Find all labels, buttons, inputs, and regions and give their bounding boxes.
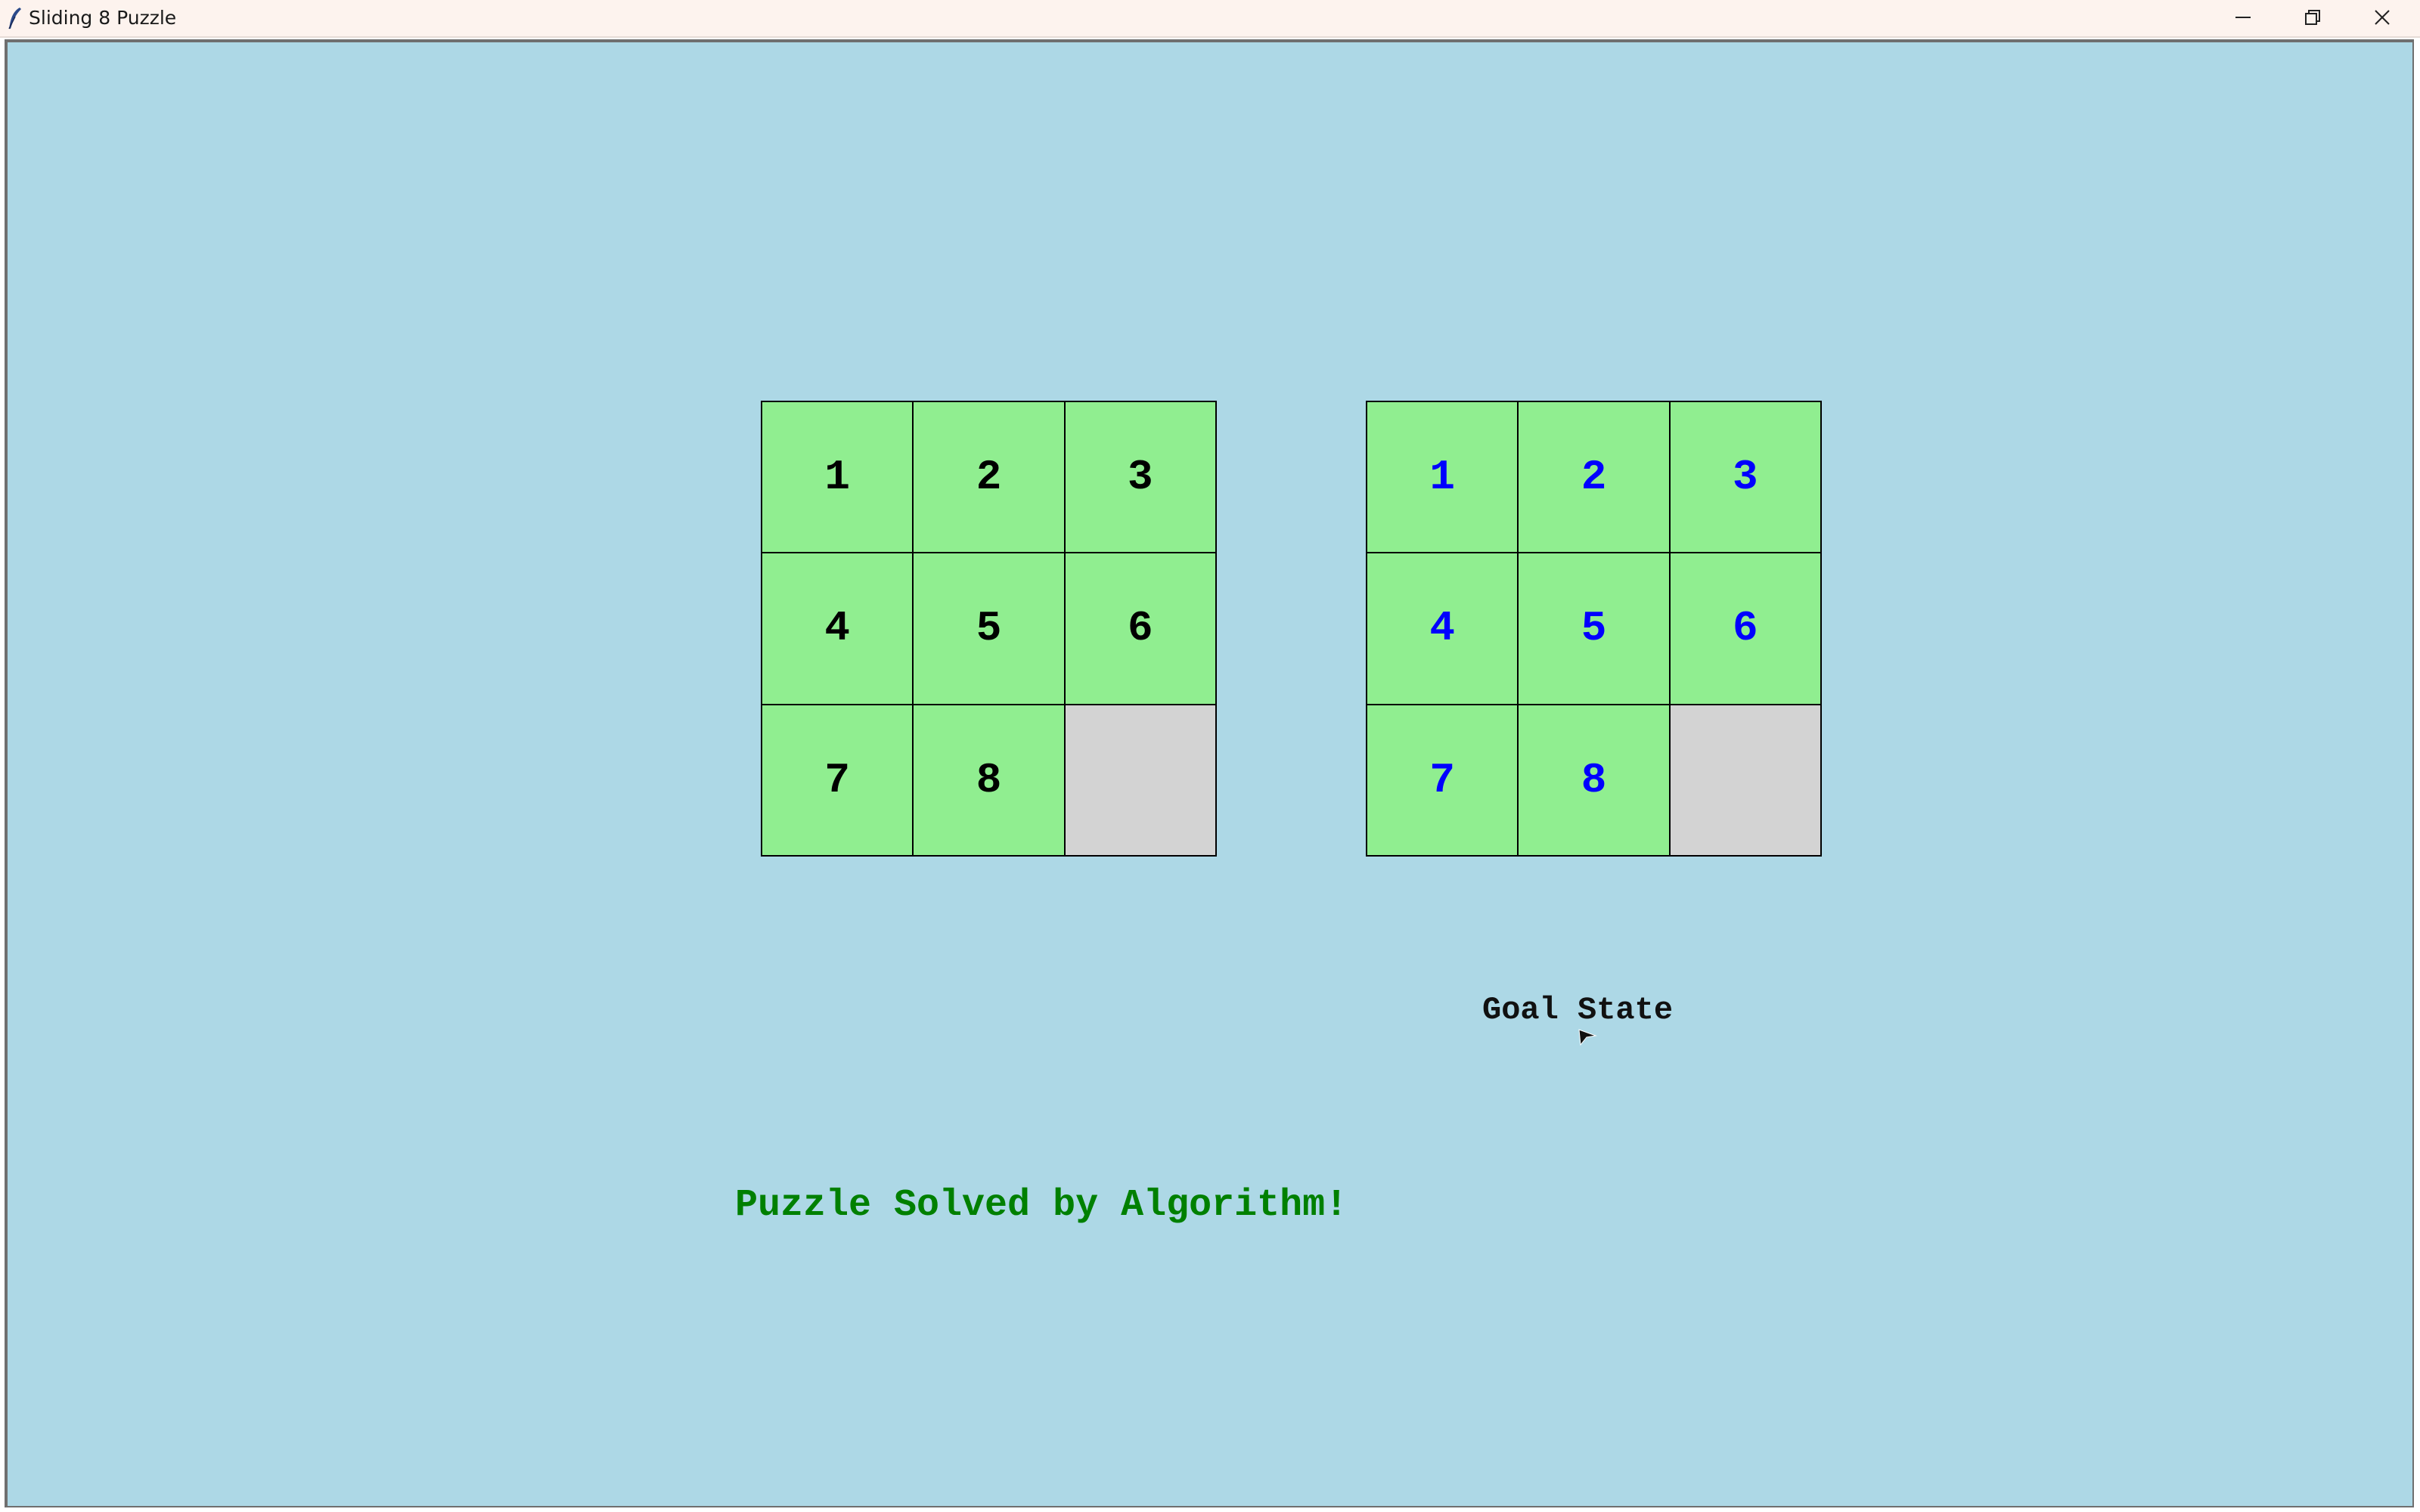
- goal-tile: 4: [1367, 553, 1518, 704]
- restore-icon: [2305, 10, 2320, 25]
- goal-tile: 3: [1670, 402, 1820, 553]
- current-tile[interactable]: 4: [762, 553, 913, 704]
- goal-tile: 7: [1367, 705, 1518, 855]
- close-button[interactable]: [2347, 0, 2417, 35]
- current-tile[interactable]: 2: [914, 402, 1064, 553]
- window-title: Sliding 8 Puzzle: [29, 7, 177, 29]
- goal-empty-tile: [1670, 705, 1820, 855]
- current-empty-tile[interactable]: [1065, 705, 1215, 855]
- current-tile[interactable]: 1: [762, 402, 913, 553]
- current-tile[interactable]: 5: [914, 553, 1064, 704]
- mouse-cursor-icon: [1578, 1029, 1597, 1046]
- current-tile[interactable]: 7: [762, 705, 913, 855]
- current-tile[interactable]: 6: [1065, 553, 1215, 704]
- current-tile[interactable]: 8: [914, 705, 1064, 855]
- goal-tile: 6: [1670, 553, 1820, 704]
- goal-tile: 1: [1367, 402, 1518, 553]
- minimize-button[interactable]: [2208, 0, 2278, 35]
- goal-tile: 5: [1519, 553, 1669, 704]
- goal-tile: 2: [1519, 402, 1669, 553]
- minimize-icon: [2235, 17, 2251, 18]
- title-bar: Sliding 8 Puzzle: [0, 0, 2420, 38]
- feather-icon: [6, 6, 24, 30]
- current-board: 1 2 3 4 5 6 7 8: [761, 401, 1217, 857]
- goal-board: 1 2 3 4 5 6 7 8: [1366, 401, 1822, 857]
- restore-button[interactable]: [2278, 0, 2347, 35]
- goal-state-label: Goal State: [1482, 992, 1674, 1028]
- close-icon: [2375, 10, 2390, 25]
- goal-tile: 8: [1519, 705, 1669, 855]
- current-tile[interactable]: 3: [1065, 402, 1215, 553]
- status-message: Puzzle Solved by Algorithm!: [735, 1184, 1348, 1227]
